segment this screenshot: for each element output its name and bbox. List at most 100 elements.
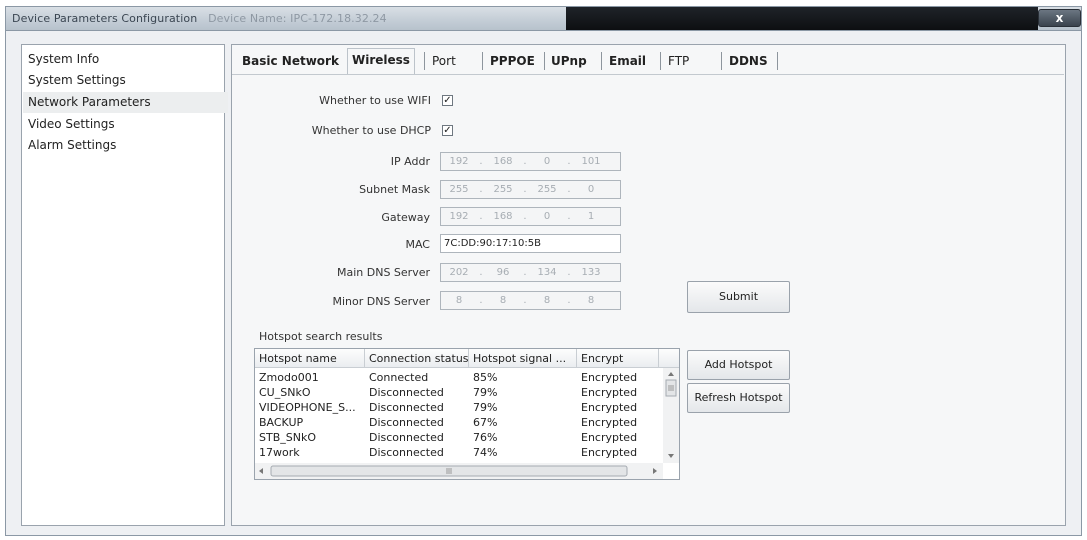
scroll-left-arrow-icon <box>259 468 263 474</box>
ip-dot: . <box>523 267 527 278</box>
mac-label: MAC <box>405 238 430 251</box>
ip-octet: 168 <box>493 211 513 222</box>
mac-field[interactable]: 7C:DD:90:17:10:5B <box>440 234 621 253</box>
submit-button[interactable]: Submit <box>687 281 790 313</box>
use-wifi-label: Whether to use WIFI <box>319 94 431 107</box>
tab-upnp[interactable]: UPnp <box>547 50 591 72</box>
ip-addr-field[interactable]: 192. 168. 0. 101 <box>440 152 621 171</box>
tab-wireless[interactable]: Wireless <box>347 48 415 74</box>
signal-cell: 74% <box>473 446 498 459</box>
ip-octet: 8 <box>499 295 507 306</box>
sidebar-item-video-settings[interactable]: Video Settings <box>27 114 224 135</box>
minor-dns-field[interactable]: 8. 8. 8. 8 <box>440 291 621 310</box>
scroll-up-arrow-icon <box>668 372 674 376</box>
use-wifi-checkbox[interactable]: ✓ <box>442 95 453 106</box>
connection-status-cell: Disconnected <box>369 431 444 444</box>
tab-separator <box>424 52 425 70</box>
encrypt-cell: Encrypted <box>581 371 638 384</box>
ip-octet: 101 <box>581 156 601 167</box>
ip-octet: 192 <box>449 211 469 222</box>
add-hotspot-button[interactable]: Add Hotspot <box>687 350 790 380</box>
ip-octet: 96 <box>496 267 510 278</box>
ip-dot: . <box>479 184 483 195</box>
connection-status-cell: Disconnected <box>369 446 444 459</box>
sidebar-item-system-info[interactable]: System Info <box>27 49 224 70</box>
ip-octet: 255 <box>449 184 469 195</box>
ip-octet: 8 <box>587 295 595 306</box>
table-row[interactable]: VIDEOPHONE_S... Disconnected 79% Encrypt… <box>255 401 667 415</box>
sidebar-item-network-parameters[interactable]: Network Parameters <box>23 92 228 113</box>
tab-pppoe[interactable]: PPPOE <box>486 50 539 72</box>
connection-status-cell: Disconnected <box>369 401 444 414</box>
main-dns-field[interactable]: 202. 96. 134. 133 <box>440 263 621 282</box>
close-button[interactable]: x <box>1038 9 1081 27</box>
tab-separator <box>544 52 545 70</box>
vertical-scrollbar[interactable] <box>663 368 679 463</box>
column-header-filler <box>659 349 679 368</box>
title-bar: Device Parameters Configuration Device N… <box>5 6 1082 30</box>
hotspot-list[interactable]: Hotspot name Connection status Hotspot s… <box>254 348 680 480</box>
encrypt-cell: Encrypted <box>581 446 638 459</box>
gateway-label: Gateway <box>381 211 430 224</box>
connection-status-cell: Disconnected <box>369 416 444 429</box>
table-row[interactable]: STB_SNkO Disconnected 76% Encrypted <box>255 431 667 445</box>
encrypt-cell: Encrypted <box>581 401 638 414</box>
hotspot-name-cell: STB_SNkO <box>259 431 316 444</box>
hotspot-name-cell: VIDEOPHONE_S... <box>259 401 356 414</box>
hotspot-name-cell: BACKUP <box>259 416 304 429</box>
ip-dot: . <box>523 295 527 306</box>
scroll-down-arrow-icon <box>668 454 674 458</box>
ip-octet: 168 <box>493 156 513 167</box>
ip-dot: . <box>567 156 571 167</box>
use-dhcp-checkbox[interactable]: ✓ <box>442 125 453 136</box>
table-row[interactable]: BACKUP Disconnected 67% Encrypted <box>255 416 667 430</box>
refresh-hotspot-button[interactable]: Refresh Hotspot <box>687 383 790 413</box>
tab-port[interactable]: Port <box>428 50 460 72</box>
tab-separator <box>482 52 483 70</box>
tab-email[interactable]: Email <box>605 50 650 72</box>
ip-octet: 8 <box>455 295 463 306</box>
hotspot-section-label: Hotspot search results <box>259 330 383 343</box>
ip-dot: . <box>479 156 483 167</box>
use-dhcp-label: Whether to use DHCP <box>311 124 431 137</box>
vertical-scrollbar-graphic <box>665 372 677 458</box>
tab-separator <box>601 52 602 70</box>
ip-dot: . <box>479 267 483 278</box>
column-header-encrypt[interactable]: Encrypt <box>577 349 659 368</box>
table-row[interactable]: CU_SNkO Disconnected 79% Encrypted <box>255 386 667 400</box>
sidebar-item-system-settings[interactable]: System Settings <box>27 70 224 91</box>
tab-separator <box>660 52 661 70</box>
tab-separator <box>777 52 778 70</box>
gateway-field[interactable]: 192. 168. 0. 1 <box>440 207 621 226</box>
ip-dot: . <box>567 295 571 306</box>
window-title-text: Device Parameters Configuration <box>12 12 198 25</box>
signal-cell: 76% <box>473 431 498 444</box>
main-dns-label: Main DNS Server <box>336 266 430 279</box>
signal-cell: 85% <box>473 371 498 384</box>
table-row[interactable]: 17work Disconnected 74% Encrypted <box>255 446 667 460</box>
hotspot-name-cell: Zmodo001 <box>259 371 319 384</box>
ip-dot: . <box>523 156 527 167</box>
column-header-hotspot-name[interactable]: Hotspot name <box>255 349 365 368</box>
subnet-mask-label: Subnet Mask <box>359 183 430 196</box>
ip-dot: . <box>567 267 571 278</box>
ip-octet: 255 <box>493 184 513 195</box>
tab-basic-network[interactable]: Basic Network <box>238 50 343 72</box>
device-name-text: Device Name: IPC-172.18.32.24 <box>208 12 387 25</box>
ip-octet: 0 <box>543 211 551 222</box>
tab-ftp[interactable]: FTP <box>664 50 693 72</box>
subnet-mask-field[interactable]: 255. 255. 255. 0 <box>440 180 621 199</box>
column-header-hotspot-signal[interactable]: Hotspot signal ... <box>469 349 577 368</box>
sidebar: System Info System Settings Network Para… <box>21 44 228 526</box>
connection-status-cell: Disconnected <box>369 386 444 399</box>
sidebar-item-alarm-settings[interactable]: Alarm Settings <box>27 135 224 156</box>
ip-dot: . <box>523 184 527 195</box>
signal-cell: 79% <box>473 401 498 414</box>
ip-octet: 134 <box>537 267 557 278</box>
tab-separator <box>721 52 722 70</box>
ip-octet: 255 <box>537 184 557 195</box>
table-row[interactable]: Zmodo001 Connected 85% Encrypted <box>255 371 667 385</box>
horizontal-scrollbar[interactable] <box>255 463 663 479</box>
column-header-connection-status[interactable]: Connection status <box>365 349 469 368</box>
tab-ddns[interactable]: DDNS <box>725 50 772 72</box>
